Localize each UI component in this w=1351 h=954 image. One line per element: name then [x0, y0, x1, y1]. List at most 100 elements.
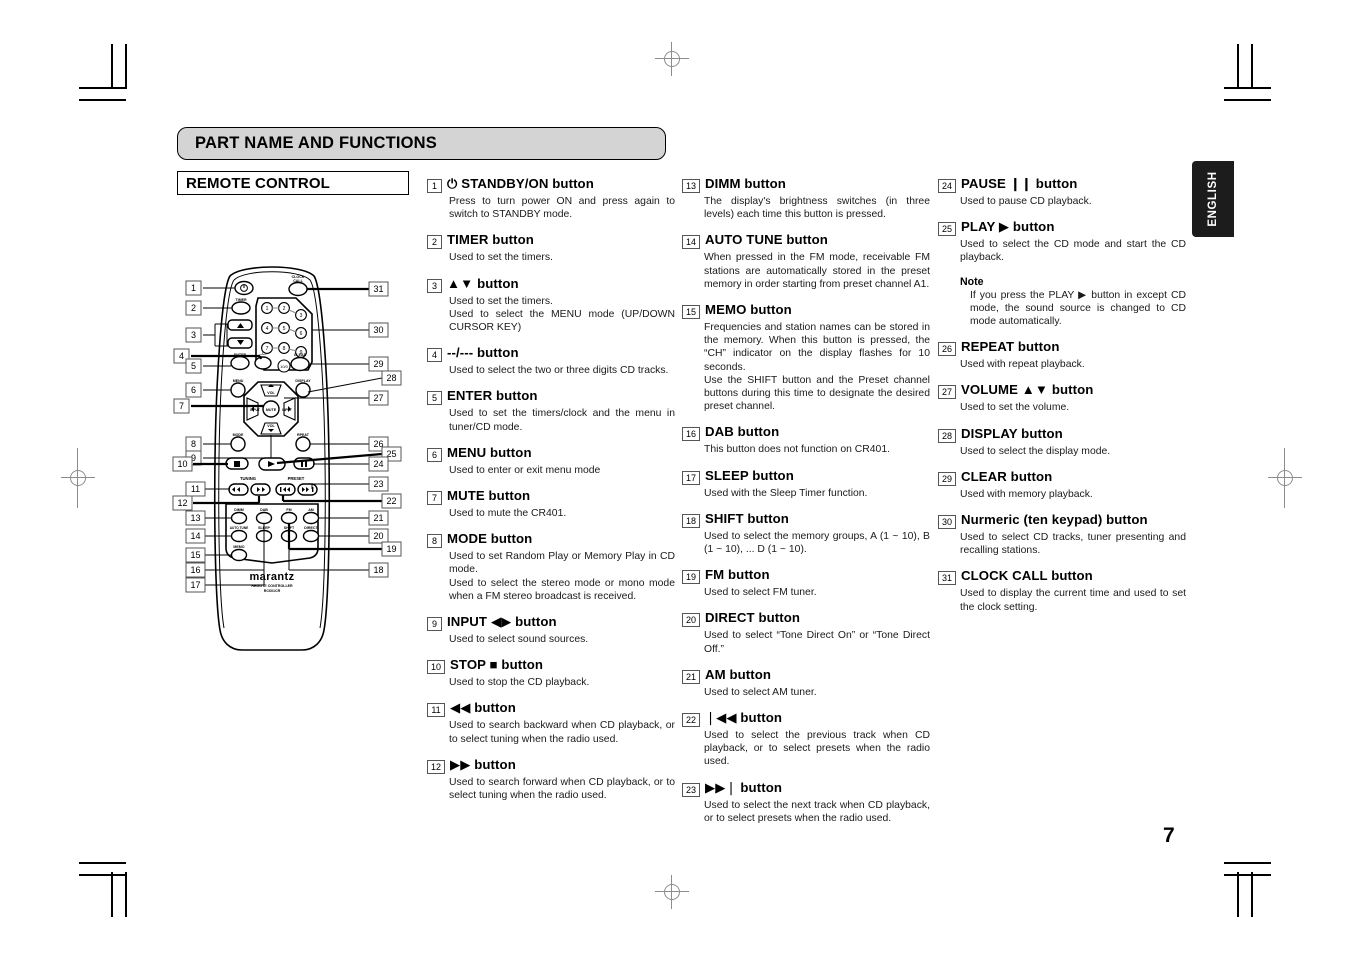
entry-description: Used to select AM tuner. — [704, 686, 817, 698]
button-description-entry: 19 FM button Used to select FM tuner. — [682, 567, 930, 599]
svg-text:30: 30 — [373, 325, 383, 335]
entry-number: 16 — [682, 427, 700, 442]
svg-text:27: 27 — [373, 393, 383, 403]
entry-title: Nurmeric (ten keypad) button — [961, 512, 1148, 527]
entry-title-text: button — [477, 345, 519, 361]
entry-description: Used to set the timers. — [449, 295, 553, 307]
entry-glyph: ❘◀◀ — [705, 710, 741, 726]
entry-title: FM button — [705, 567, 770, 582]
svg-text:VOL: VOL — [267, 424, 275, 428]
crop-mark-top-left-h — [79, 87, 126, 89]
entry-glyph: PAUSE ❙❙ — [961, 176, 1036, 191]
crop-mark-top-left-h2 — [79, 99, 126, 101]
button-description-entry: 1 ⏻ STANDBY/ON button Press to turn power … — [427, 176, 675, 221]
entry-number: 9 — [427, 617, 442, 632]
entry-description: Used to select the MENU mode (UP/DOWN CU… — [449, 308, 675, 334]
page-number: 7 — [1163, 824, 1175, 847]
entry-number: 4 — [427, 348, 442, 363]
button-description-entry: 10 STOP ■ button Used to stop the CD playb… — [427, 657, 675, 689]
button-description-entry: 22 ❘◀◀ button Used to select the previous … — [682, 710, 930, 769]
entry-title: MEMO button — [705, 302, 792, 317]
entry-description: Used to select the two or three digits C… — [449, 365, 669, 377]
entry-number: 19 — [682, 570, 700, 585]
svg-text:3: 3 — [300, 313, 303, 319]
entry-description: Used with the Sleep Timer function. — [704, 487, 868, 499]
button-description-entry: 5 ENTER button Used to set the timers/cloc… — [427, 388, 675, 433]
button-description-entry: 2 TIMER button Used to set the timers. — [427, 232, 675, 264]
entry-number: 21 — [682, 669, 700, 684]
entry-title-text: button — [474, 756, 516, 772]
language-tab: ENGLISH — [1192, 161, 1234, 237]
svg-text:8: 8 — [283, 346, 286, 352]
entry-glyph: INPUT ◀▶ — [447, 614, 516, 630]
svg-text:PRESET: PRESET — [288, 476, 305, 481]
svg-text:6: 6 — [191, 385, 196, 395]
button-description-entry: 4 --/--- button Used to select the two or … — [427, 345, 675, 377]
entry-number: 26 — [938, 342, 956, 357]
entry-title: ❘◀◀ button — [705, 710, 782, 725]
entry-description: Used to search forward when CD playback,… — [449, 776, 675, 802]
entry-title-text: AUTO TUNE button — [705, 232, 828, 248]
entry-title: VOLUME ▲▼ button — [961, 382, 1093, 397]
entry-number: 23 — [682, 782, 700, 797]
entry-number: 7 — [427, 491, 442, 506]
entry-description: Used to set the volume. — [960, 402, 1070, 414]
entry-number: 11 — [427, 703, 445, 718]
entry-title: AM button — [705, 667, 771, 682]
entry-title: DIMM button — [705, 176, 786, 191]
button-description-entry: 29 CLEAR button Used with memory playback. — [938, 469, 1186, 501]
entry-title: --/--- button — [447, 345, 519, 360]
svg-text:24: 24 — [373, 459, 383, 469]
entry-title-text: FM button — [705, 567, 770, 583]
svg-text:AUTO TUNE: AUTO TUNE — [230, 526, 249, 530]
entry-number: 31 — [938, 571, 956, 586]
button-description-entry: 23 ▶▶❘ button Used to select the next trac… — [682, 780, 930, 825]
entry-number: 8 — [427, 534, 442, 549]
entry-description: Used with memory playback. — [960, 488, 1093, 500]
entry-title-text: MENU button — [447, 444, 532, 460]
crop-mark-top-left-v2 — [125, 44, 127, 89]
svg-text:FM: FM — [286, 508, 291, 512]
entry-title-text: button — [477, 275, 519, 291]
entry-number: 27 — [938, 385, 956, 400]
button-description-entry: 26 REPEAT button Used with repeat playback… — [938, 339, 1186, 371]
button-description-entry: 9 INPUT ◀▶ button Used to select sound sou… — [427, 614, 675, 646]
entry-description: Use the SHIFT button and the Preset chan… — [704, 374, 930, 413]
button-description-entry: 14 AUTO TUNE button When pressed in the FM… — [682, 232, 930, 291]
svg-text:18: 18 — [373, 565, 383, 575]
entry-number: 29 — [938, 471, 956, 486]
button-description-entry: 18 SHIFT button Used to select the memory … — [682, 511, 930, 556]
entry-title: ◀◀ button — [450, 700, 516, 715]
entry-number: 24 — [938, 179, 956, 193]
entry-title-text: REPEAT button — [961, 339, 1060, 355]
entry-description: This button does not function on CR401. — [704, 444, 890, 456]
entry-title-text: CLOCK CALL button — [961, 568, 1093, 584]
button-description-entry: 21 AM button Used to select AM tuner. — [682, 667, 930, 699]
entry-description: Used to enter or exit menu mode — [449, 464, 601, 476]
entry-number: 10 — [427, 660, 445, 675]
subsection-title: REMOTE CONTROL — [186, 174, 330, 192]
entry-title: CLEAR button — [961, 469, 1052, 484]
button-description-entry: 27 VOLUME ▲▼ button Used to set the volume… — [938, 382, 1186, 414]
svg-text:23: 23 — [373, 479, 383, 489]
entry-description: Press to turn power ON and press again t… — [449, 196, 675, 221]
entry-title: INPUT ◀▶ button — [447, 614, 557, 629]
svg-text:22: 22 — [386, 496, 396, 506]
entry-title-text: CLEAR button — [961, 468, 1053, 484]
svg-text:12: 12 — [177, 498, 187, 508]
entry-title: CLOCK CALL button — [961, 568, 1093, 583]
crop-mark-bottom-right-v2 — [1251, 872, 1253, 917]
entry-number: 20 — [682, 613, 700, 628]
svg-text:15: 15 — [190, 550, 200, 560]
button-description-entry: 25 PLAY ▶ button Used to select the CD mod… — [938, 219, 1186, 328]
button-description-entry: 11 ◀◀ button Used to search backward when … — [427, 700, 675, 745]
entry-number: 25 — [938, 222, 956, 237]
entry-title-text: AM button — [705, 666, 772, 682]
svg-text:29: 29 — [373, 359, 383, 369]
entry-description: Used to select the display mode. — [960, 445, 1111, 457]
svg-text:10/0: 10/0 — [280, 364, 289, 369]
svg-text:7: 7 — [179, 401, 184, 411]
entry-glyph: ◀◀ — [450, 700, 475, 716]
svg-text:31: 31 — [373, 284, 383, 294]
entry-title-text: DIMM button — [705, 176, 786, 191]
